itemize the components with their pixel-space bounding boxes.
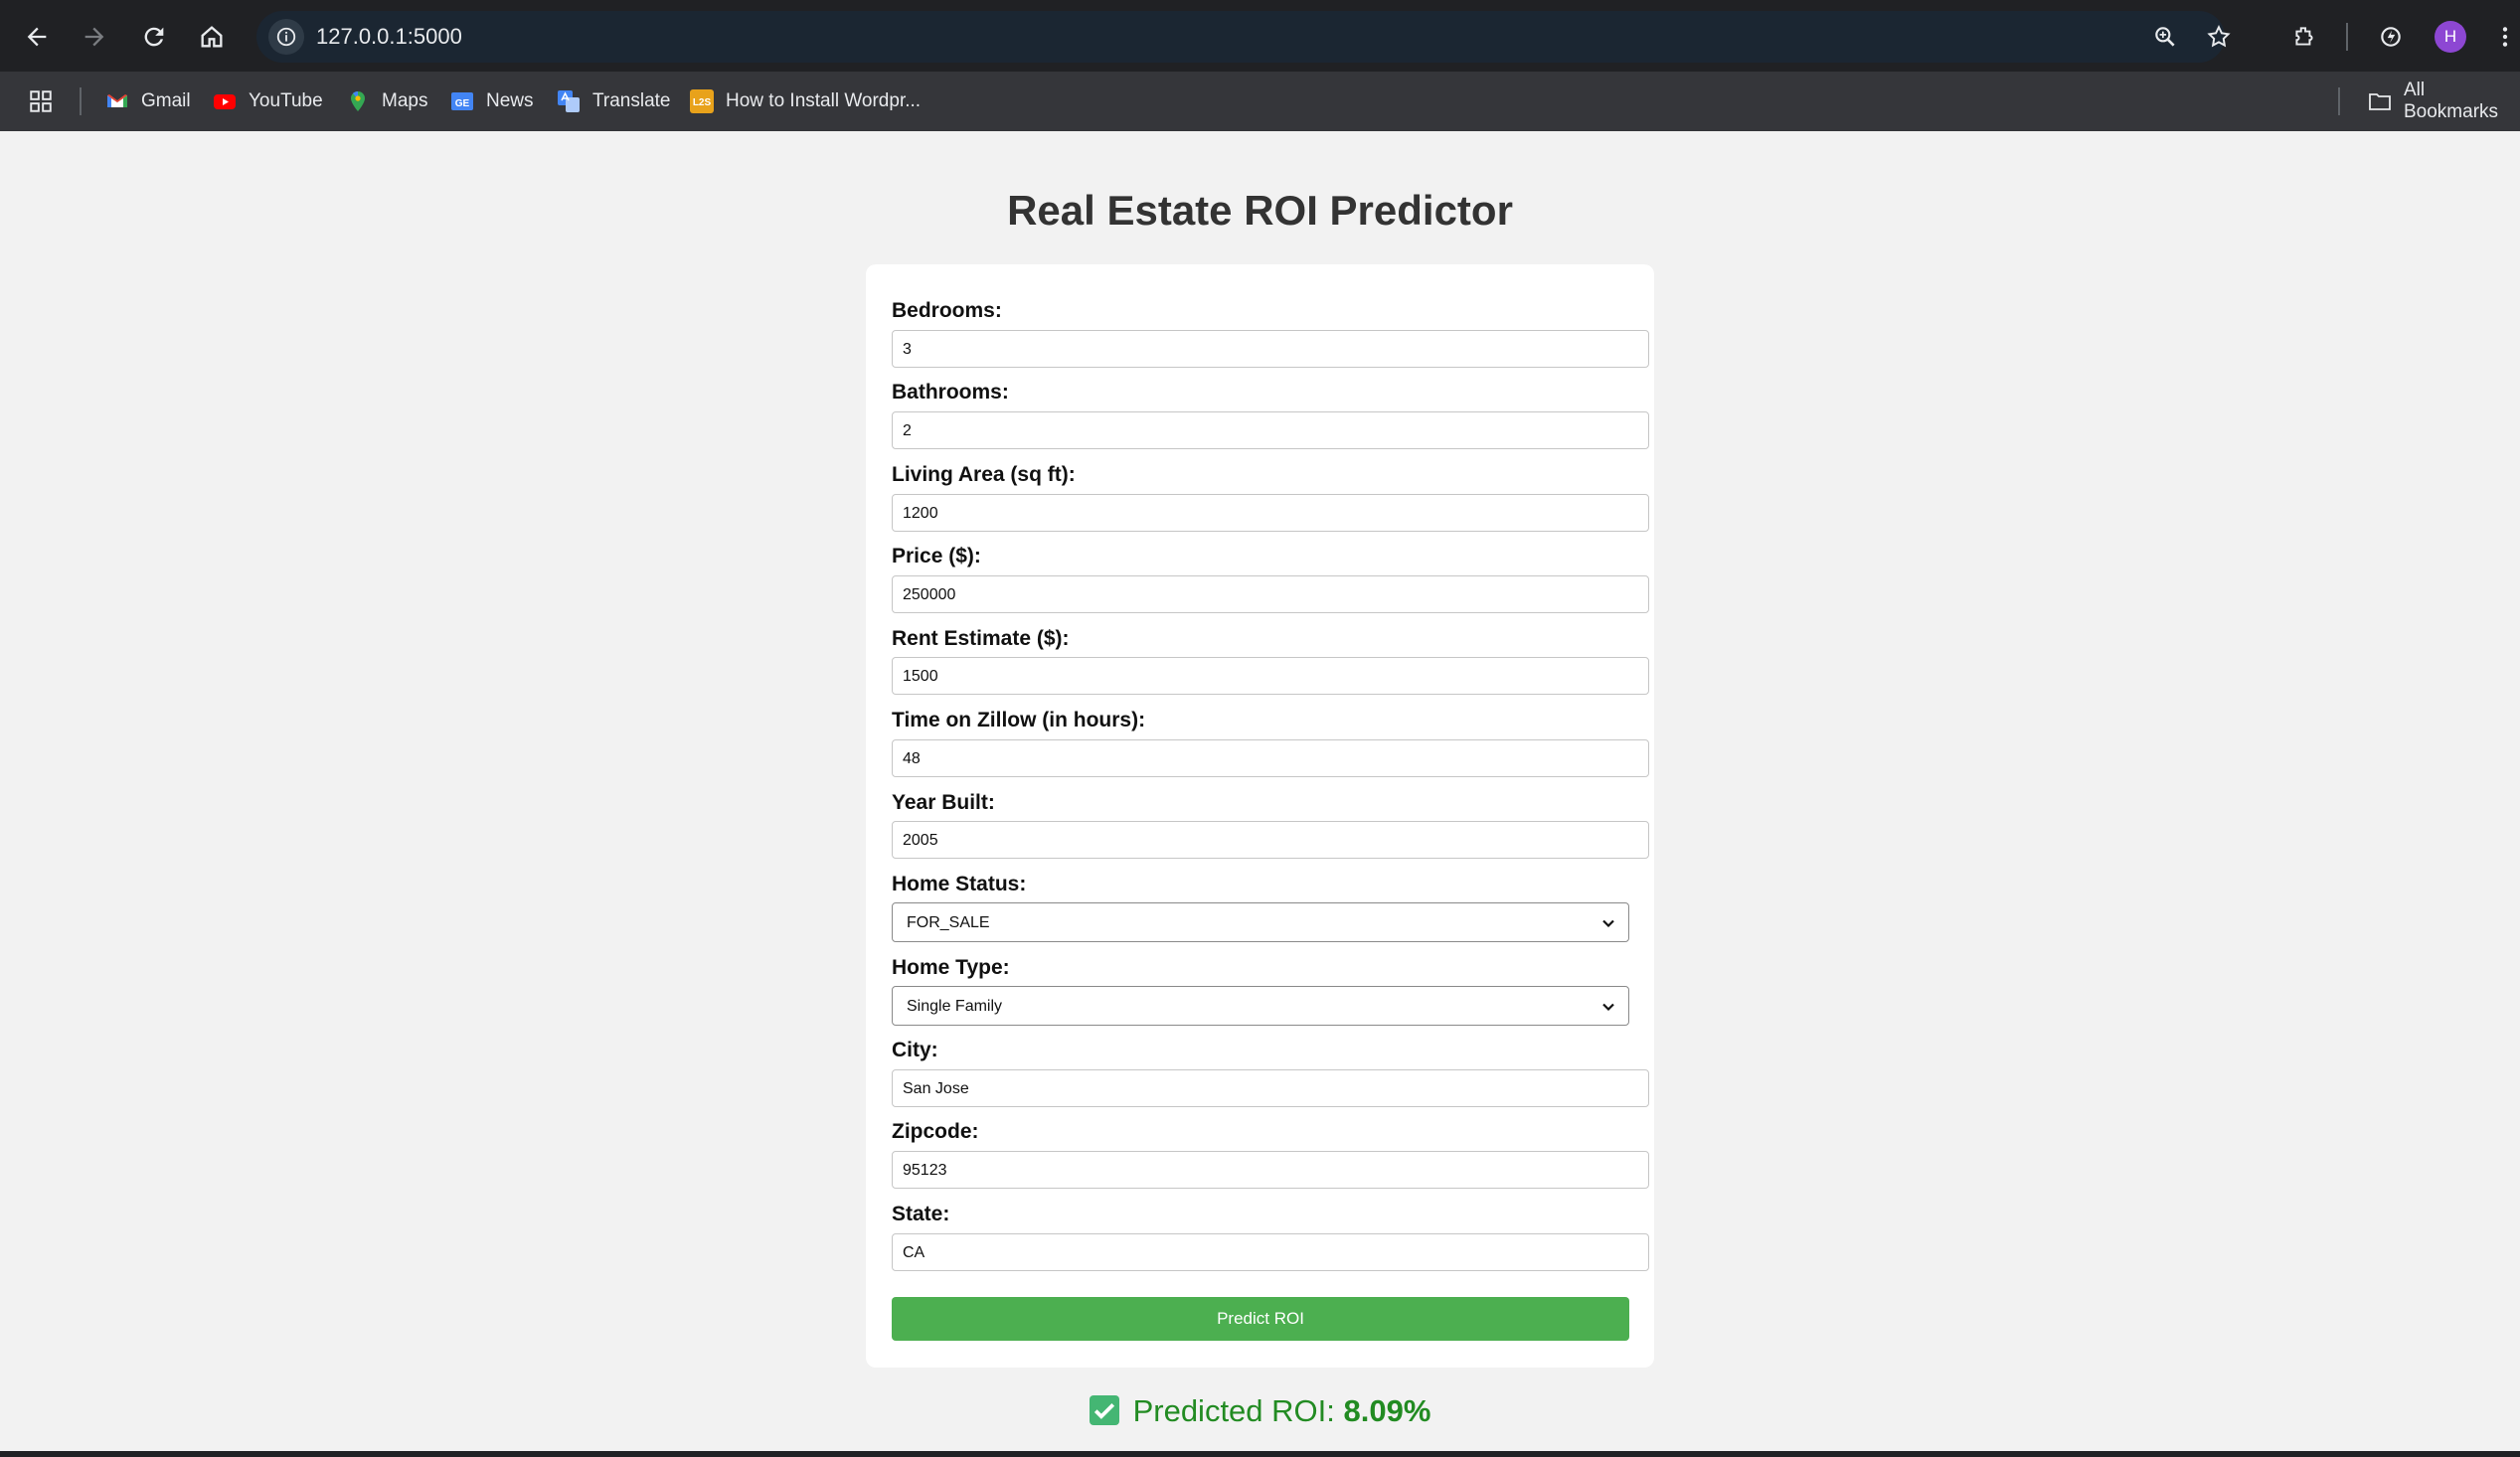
bathrooms-input[interactable]: 2: [892, 411, 1649, 449]
bookmarks-divider-right: [2338, 87, 2340, 115]
translate-icon: [557, 89, 581, 113]
chevron-down-icon: [1602, 919, 1614, 928]
home-icon: [201, 26, 223, 48]
bookmark-news[interactable]: GE News: [450, 72, 534, 131]
home-status-select[interactable]: FOR_SALE: [892, 902, 1629, 942]
reload-icon: [144, 27, 164, 47]
performance-button[interactable]: [2371, 17, 2411, 57]
state-label: State:: [892, 1203, 950, 1225]
profile-avatar[interactable]: H: [2435, 21, 2466, 53]
forward-button[interactable]: [76, 18, 113, 56]
time-on-zillow-input[interactable]: 48: [892, 739, 1649, 777]
home-type-select[interactable]: Single Family: [892, 986, 1629, 1026]
back-button[interactable]: [18, 18, 56, 56]
city-label: City:: [892, 1039, 938, 1061]
city-input[interactable]: San Jose: [892, 1069, 1649, 1107]
zoom-button[interactable]: [2147, 19, 2183, 55]
news-icon: GE: [450, 89, 474, 113]
puzzle-icon: [2295, 27, 2313, 46]
site-info-button[interactable]: [268, 19, 304, 55]
home-status-value: FOR_SALE: [907, 914, 990, 931]
zoom-magnifier-icon: [2155, 27, 2175, 47]
home-type-value: Single Family: [907, 998, 1003, 1015]
bookmark-translate[interactable]: Translate: [557, 72, 671, 131]
maps-icon: [346, 89, 370, 113]
l2s-icon: L2S: [690, 89, 714, 113]
bookmark-label: Translate: [592, 90, 671, 111]
gmail-icon: [105, 89, 129, 113]
bookmark-label: News: [486, 90, 534, 111]
toolbar-divider: [2346, 23, 2348, 51]
check-mark-icon: [1089, 1395, 1119, 1425]
home-type-label: Home Type:: [892, 956, 1010, 979]
home-status-label: Home Status:: [892, 873, 1027, 895]
bookmarks-bar: Gmail YouTube Maps GE News Translate L2S…: [0, 72, 2520, 131]
zipcode-label: Zipcode:: [892, 1120, 979, 1143]
reload-button[interactable]: [135, 18, 173, 56]
info-icon: [276, 27, 296, 47]
bookmark-star-button[interactable]: [2201, 19, 2237, 55]
rent-estimate-input[interactable]: 1500: [892, 657, 1649, 695]
page-title: Real Estate ROI Predictor: [1007, 187, 1513, 234]
bookmark-label: Gmail: [141, 90, 191, 111]
year-built-input[interactable]: 2005: [892, 821, 1649, 859]
apps-button[interactable]: [28, 72, 54, 131]
price-label: Price ($):: [892, 545, 981, 567]
price-input[interactable]: 250000: [892, 575, 1649, 613]
kebab-menu-icon: [2502, 27, 2508, 47]
state-input[interactable]: CA: [892, 1233, 1649, 1271]
address-bar[interactable]: 127.0.0.1:5000: [256, 11, 2231, 63]
bookmarks-divider: [80, 87, 82, 115]
svg-text:GE: GE: [455, 98, 470, 109]
zipcode-input[interactable]: 95123: [892, 1151, 1649, 1189]
back-arrow-icon: [27, 27, 47, 47]
bookmark-label: How to Install Wordpr...: [726, 90, 922, 111]
bedrooms-input[interactable]: 3: [892, 330, 1649, 368]
living-area-input[interactable]: 1200: [892, 494, 1649, 532]
rent-estimate-label: Rent Estimate ($):: [892, 627, 1070, 650]
bookmark-label: YouTube: [249, 90, 323, 111]
time-on-zillow-label: Time on Zillow (in hours):: [892, 709, 1146, 731]
bookmark-maps[interactable]: Maps: [346, 72, 427, 131]
roi-result: Predicted ROI: 8.09%: [0, 1393, 2520, 1429]
browser-menu-button[interactable]: [2490, 17, 2520, 57]
speed-gauge-icon: [2381, 27, 2401, 47]
star-icon: [2207, 25, 2231, 48]
result-prefix: Predicted ROI:: [1132, 1393, 1335, 1428]
bookmark-wordpress-guide[interactable]: L2S How to Install Wordpr...: [690, 72, 921, 131]
browser-toolbar: 127.0.0.1:5000 H: [0, 0, 2520, 72]
url-text[interactable]: 127.0.0.1:5000: [316, 11, 462, 63]
bookmark-label: Maps: [382, 90, 428, 111]
bookmark-gmail[interactable]: Gmail: [105, 72, 191, 131]
folder-icon: [2368, 89, 2392, 113]
svg-text:L2S: L2S: [693, 97, 712, 108]
youtube-icon: [213, 89, 237, 113]
predict-roi-button[interactable]: Predict ROI: [892, 1297, 1629, 1341]
bedrooms-label: Bedrooms:: [892, 299, 1002, 322]
window-bottom-edge: [0, 1451, 2520, 1457]
extensions-button[interactable]: [2284, 17, 2324, 57]
living-area-label: Living Area (sq ft):: [892, 463, 1076, 486]
bathrooms-label: Bathrooms:: [892, 381, 1009, 404]
chevron-down-icon: [1602, 1003, 1614, 1012]
home-button[interactable]: [193, 18, 231, 56]
all-bookmarks-label: All Bookmarks: [2404, 80, 2499, 122]
forward-arrow-icon: [84, 27, 104, 47]
apps-grid-icon: [30, 90, 52, 112]
bookmark-youtube[interactable]: YouTube: [213, 72, 323, 131]
result-value: 8.09%: [1343, 1393, 1431, 1428]
year-built-label: Year Built:: [892, 791, 995, 814]
all-bookmarks-button[interactable]: All Bookmarks: [2368, 72, 2520, 131]
